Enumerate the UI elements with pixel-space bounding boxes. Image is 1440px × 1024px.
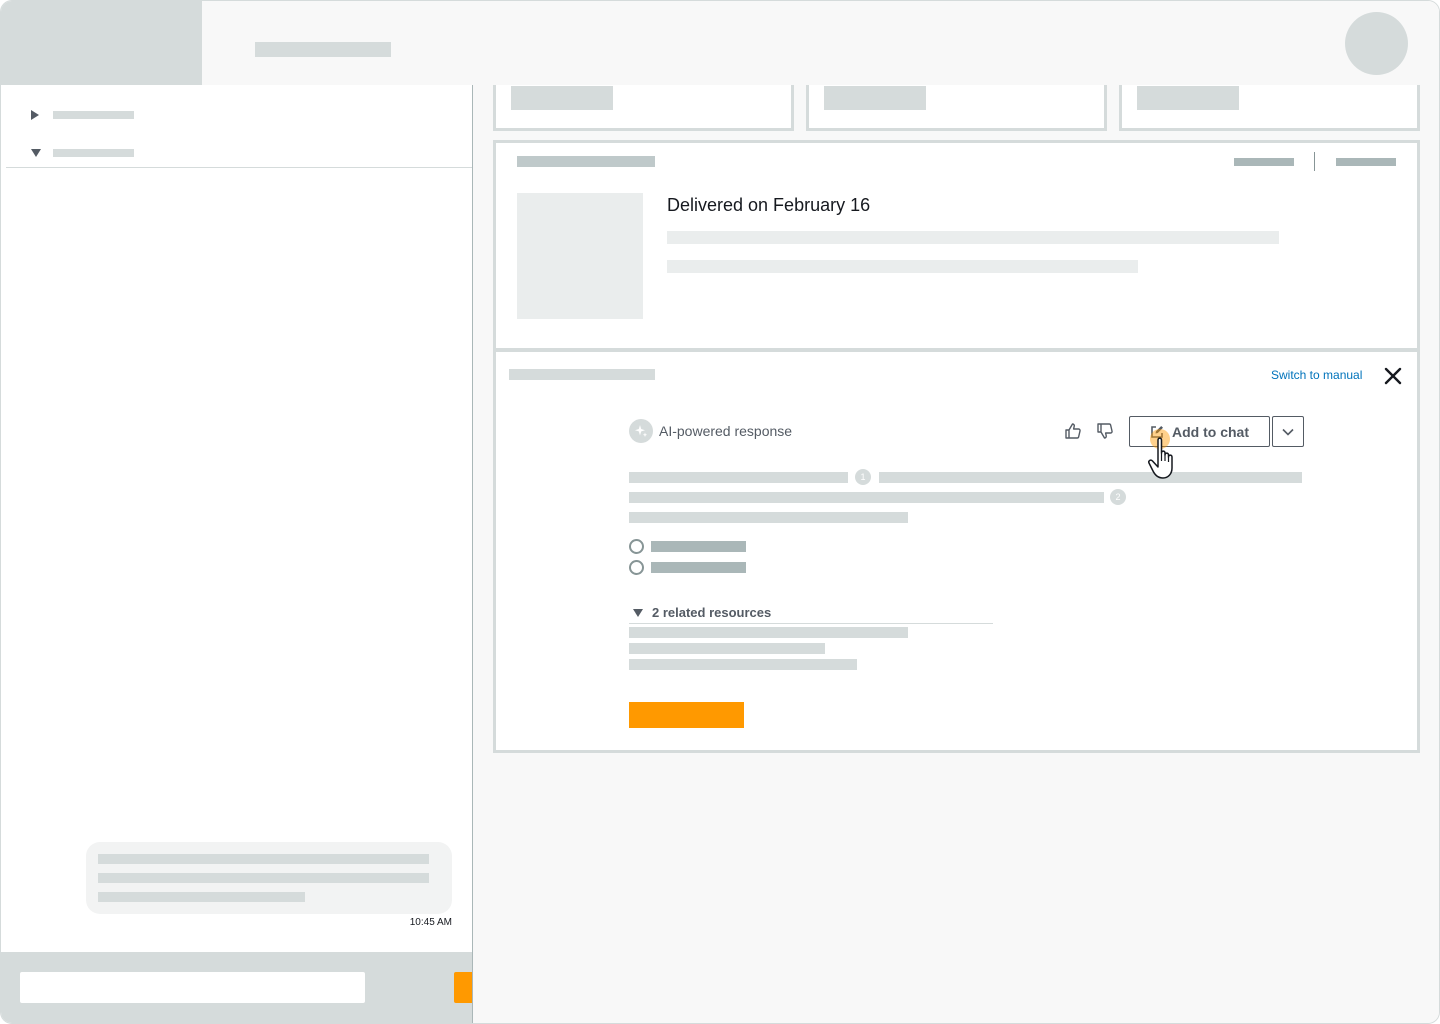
- related-resources-toggle[interactable]: 2 related resources: [633, 605, 771, 620]
- radio-option-label-placeholder: [651, 541, 746, 552]
- summary-card: [806, 85, 1107, 131]
- summary-value-placeholder: [511, 86, 613, 110]
- resource-link-placeholder[interactable]: [629, 659, 857, 670]
- order-detail-placeholder: [667, 260, 1138, 273]
- radio-option[interactable]: [629, 539, 644, 554]
- tree-item-collapsed[interactable]: [31, 109, 134, 121]
- avatar[interactable]: [1345, 12, 1408, 75]
- summary-card: [493, 85, 794, 131]
- radio-option-label-placeholder: [651, 562, 746, 573]
- tree-item-label-placeholder: [53, 149, 134, 157]
- edit-icon: [1151, 425, 1163, 438]
- resource-link-placeholder[interactable]: [629, 627, 908, 638]
- workspace: Delivered on February 16 Switch to manua…: [473, 85, 1439, 1023]
- assistant-panel: Switch to manual AI-powered response Add…: [493, 349, 1420, 753]
- resource-link-placeholder[interactable]: [629, 643, 825, 654]
- message-timestamp: 10:45 AM: [409, 917, 452, 928]
- thumbs-up-icon[interactable]: [1064, 422, 1082, 440]
- caret-right-icon: [31, 110, 39, 120]
- citation-badge[interactable]: 2: [1110, 489, 1126, 505]
- message-composer: [1, 952, 472, 1023]
- tree-item-expanded[interactable]: [31, 147, 134, 159]
- add-to-chat-button[interactable]: Add to chat: [1129, 416, 1270, 447]
- divider: [6, 167, 472, 168]
- thumbs-down-icon[interactable]: [1096, 422, 1114, 440]
- switch-to-manual-link[interactable]: Switch to manual: [1271, 368, 1362, 382]
- summary-card: [1119, 85, 1420, 131]
- response-line-placeholder: [629, 492, 1104, 503]
- summary-value-placeholder: [1137, 86, 1239, 110]
- chat-panel: 10:45 AM: [1, 85, 473, 1023]
- link-separator: [1314, 152, 1315, 171]
- message-line-placeholder: [98, 854, 429, 864]
- add-to-chat-label: Add to chat: [1172, 423, 1249, 440]
- product-image: [517, 193, 643, 319]
- response-line-placeholder: [629, 472, 848, 483]
- response-line-placeholder: [879, 472, 1302, 483]
- app-window: 10:45 AM Delivered on February 16 Switch…: [0, 0, 1440, 1024]
- response-line-placeholder: [629, 512, 908, 523]
- summary-value-placeholder: [824, 86, 926, 110]
- related-resources-label: 2 related resources: [652, 605, 772, 620]
- order-card: Delivered on February 16: [493, 140, 1420, 351]
- primary-action-button[interactable]: [629, 702, 744, 728]
- citation-badge[interactable]: 1: [855, 469, 871, 485]
- order-link-placeholder[interactable]: [1234, 158, 1294, 166]
- add-to-chat-dropdown[interactable]: [1272, 416, 1304, 447]
- sparkle-icon: [629, 419, 653, 443]
- page-title-placeholder: [255, 42, 391, 57]
- logo-area: [1, 1, 202, 85]
- close-icon[interactable]: [1383, 366, 1403, 386]
- order-detail-placeholder: [667, 231, 1279, 244]
- chat-message-bubble: [86, 842, 452, 914]
- caret-down-icon: [31, 149, 41, 157]
- order-link-placeholder[interactable]: [1336, 158, 1396, 166]
- message-line-placeholder: [98, 873, 429, 883]
- radio-option[interactable]: [629, 560, 644, 575]
- caret-down-icon: [633, 608, 643, 617]
- message-line-placeholder: [98, 892, 305, 902]
- delivery-status: Delivered on February 16: [667, 195, 871, 215]
- tree-item-label-placeholder: [53, 111, 134, 119]
- panel-title-placeholder: [509, 369, 655, 380]
- chevron-down-icon: [1282, 428, 1294, 436]
- top-bar: [1, 1, 1439, 85]
- order-title-placeholder: [517, 156, 655, 167]
- divider: [629, 623, 993, 624]
- ai-response-header: AI-powered response: [629, 419, 792, 443]
- ai-response-label: AI-powered response: [659, 423, 793, 439]
- send-button[interactable]: [454, 972, 472, 1003]
- message-input[interactable]: [20, 972, 365, 1003]
